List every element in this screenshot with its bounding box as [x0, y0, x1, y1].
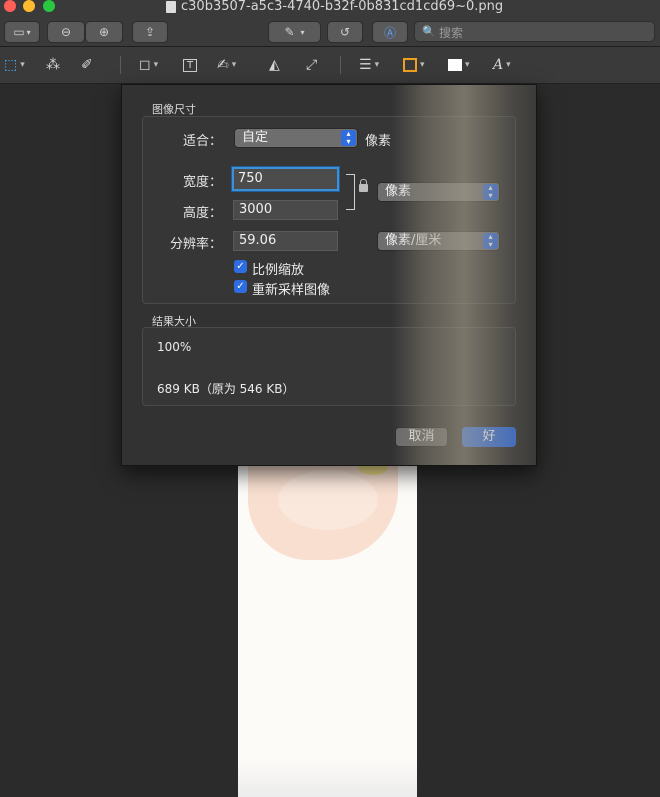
width-label: 宽度：: [182, 175, 222, 190]
text-style-tool[interactable]: A ▾: [493, 55, 511, 75]
chevron-down-icon: ▾: [153, 60, 159, 70]
fit-value: 自定: [242, 130, 269, 145]
resize-icon: ⤢: [306, 57, 318, 73]
lock-icon[interactable]: [359, 179, 368, 192]
magic-wand-icon: ⁂: [46, 57, 60, 73]
fit-popup[interactable]: 自定 ▴ ▾: [234, 128, 358, 148]
fill-color-tool[interactable]: ▾: [448, 55, 470, 75]
adjust-size-dialog: 图像尺寸 适合： 自定 ▴ ▾ 像素 宽度： 750 像素 ▴ ▾ 高度： 3000…: [121, 84, 537, 466]
instant-alpha-tool[interactable]: ⁂: [46, 55, 60, 75]
chevron-updown-icon: ▴ ▾: [483, 233, 498, 249]
search-icon: 🔍: [422, 25, 436, 38]
zoom-window-button[interactable]: [43, 0, 55, 12]
search-field[interactable]: 🔍: [414, 21, 655, 42]
scale-proportionally-checkbox[interactable]: ✓: [234, 260, 247, 273]
markup-pen-button[interactable]: ✎ ▾: [268, 21, 321, 43]
chevron-down-icon: ▾: [26, 27, 31, 37]
window-title: c30b3507-a5c3-4740-b32f-0b831cd1cd69~0.p…: [181, 0, 504, 14]
chevron-updown-icon: ▴ ▾: [483, 184, 498, 200]
height-label: 高度：: [182, 206, 222, 221]
fit-label: 适合：: [182, 134, 222, 149]
checkmark-icon: ✓: [236, 261, 245, 272]
sketch-icon: ✐: [81, 57, 93, 73]
zoom-in-icon: ⊕: [98, 25, 110, 39]
chevron-updown-icon: ▴ ▾: [341, 130, 356, 146]
resample-image-label: 重新采样图像: [252, 283, 331, 298]
share-button[interactable]: ⇪: [132, 21, 168, 43]
close-window-button[interactable]: [4, 0, 16, 12]
border-color-tool[interactable]: ▾: [403, 55, 425, 75]
sidebar-toggle-button[interactable]: ▭ ▾: [4, 21, 40, 43]
pen-icon: ✎: [284, 25, 295, 39]
adjust-size-tool[interactable]: ⤢: [306, 55, 317, 75]
rotate-button[interactable]: ↺: [327, 21, 363, 43]
markup-icon: Ⓐ: [383, 25, 396, 40]
resolution-unit-value: 像素/厘米: [385, 233, 442, 248]
text-style-icon: A: [493, 57, 504, 73]
checkmark-icon: ✓: [236, 281, 245, 292]
shapes-tool[interactable]: ◻ ▾: [139, 55, 158, 75]
divider: [340, 56, 341, 74]
resolution-label: 分辨率：: [169, 237, 222, 252]
image-shape: [278, 470, 378, 530]
signature-tool[interactable]: ✍ ▾: [217, 55, 236, 75]
chevron-down-icon: ▾: [465, 60, 470, 70]
zoom-out-button[interactable]: ⊖: [47, 21, 85, 43]
ok-button[interactable]: 好: [462, 427, 516, 447]
chevron-down-icon: ▾: [231, 60, 237, 70]
rotate-icon: ↺: [339, 25, 351, 39]
sidebar-icon: ▭: [13, 25, 25, 39]
adjust-color-tool[interactable]: ◭: [269, 55, 280, 75]
share-icon: ⇪: [144, 25, 156, 39]
signature-icon: ✍: [217, 57, 229, 73]
chevron-down-icon: ▾: [20, 60, 25, 70]
width-field[interactable]: 750: [232, 167, 339, 191]
text-box-icon: T: [183, 58, 198, 72]
image-shape: [238, 760, 417, 797]
chevron-down-icon: ▾: [420, 60, 425, 70]
adjust-color-icon: ◭: [269, 57, 280, 73]
divider: [120, 56, 121, 74]
fill-color-icon: [448, 59, 462, 71]
minimize-window-button[interactable]: [23, 0, 35, 12]
sketch-tool[interactable]: ✐: [81, 55, 93, 75]
markup-toolbar: ⬚ ▾ ⁂ ✐ ◻ ▾ T ✍ ▾ ◭ ⤢ ☰ ▾ ▾ ▾ A ▾: [0, 47, 660, 84]
resolution-unit-popup[interactable]: 像素/厘米 ▴ ▾: [377, 231, 500, 251]
document-image: [238, 440, 417, 797]
title-bar: c30b3507-a5c3-4740-b32f-0b831cd1cd69~0.p…: [0, 0, 660, 47]
markup-toolbar-button[interactable]: Ⓐ: [372, 21, 408, 43]
search-input[interactable]: [437, 23, 641, 42]
selection-tool[interactable]: ⬚ ▾: [4, 55, 25, 75]
resolution-field[interactable]: 59.06: [233, 231, 338, 251]
result-percent: 100%: [157, 340, 192, 354]
link-bracket: [346, 174, 355, 210]
scale-proportionally-label: 比例缩放: [252, 263, 305, 278]
document-icon: [166, 1, 176, 13]
shape-style-tool[interactable]: ☰ ▾: [359, 55, 379, 75]
fit-unit-label: 像素: [365, 134, 392, 149]
chevron-down-icon: ▾: [300, 27, 305, 37]
rectangular-selection-icon: ⬚: [4, 57, 18, 73]
cancel-button[interactable]: 取消: [395, 427, 448, 447]
zoom-out-icon: ⊖: [60, 25, 72, 39]
height-field[interactable]: 3000: [233, 200, 338, 220]
image-size-section-title: 图像尺寸: [152, 103, 196, 116]
shapes-icon: ◻: [139, 57, 151, 73]
zoom-in-button[interactable]: ⊕: [85, 21, 123, 43]
text-tool[interactable]: T: [183, 55, 198, 75]
chevron-down-icon: ▾: [374, 60, 380, 70]
border-color-icon: [403, 58, 417, 72]
chevron-down-icon: ▾: [506, 60, 511, 70]
resample-image-checkbox[interactable]: ✓: [234, 280, 247, 293]
size-unit-popup[interactable]: 像素 ▴ ▾: [377, 182, 500, 202]
line-style-icon: ☰: [359, 57, 372, 73]
result-filesize: 689 KB（原为 546 KB）: [157, 382, 295, 396]
size-unit-value: 像素: [385, 184, 412, 199]
